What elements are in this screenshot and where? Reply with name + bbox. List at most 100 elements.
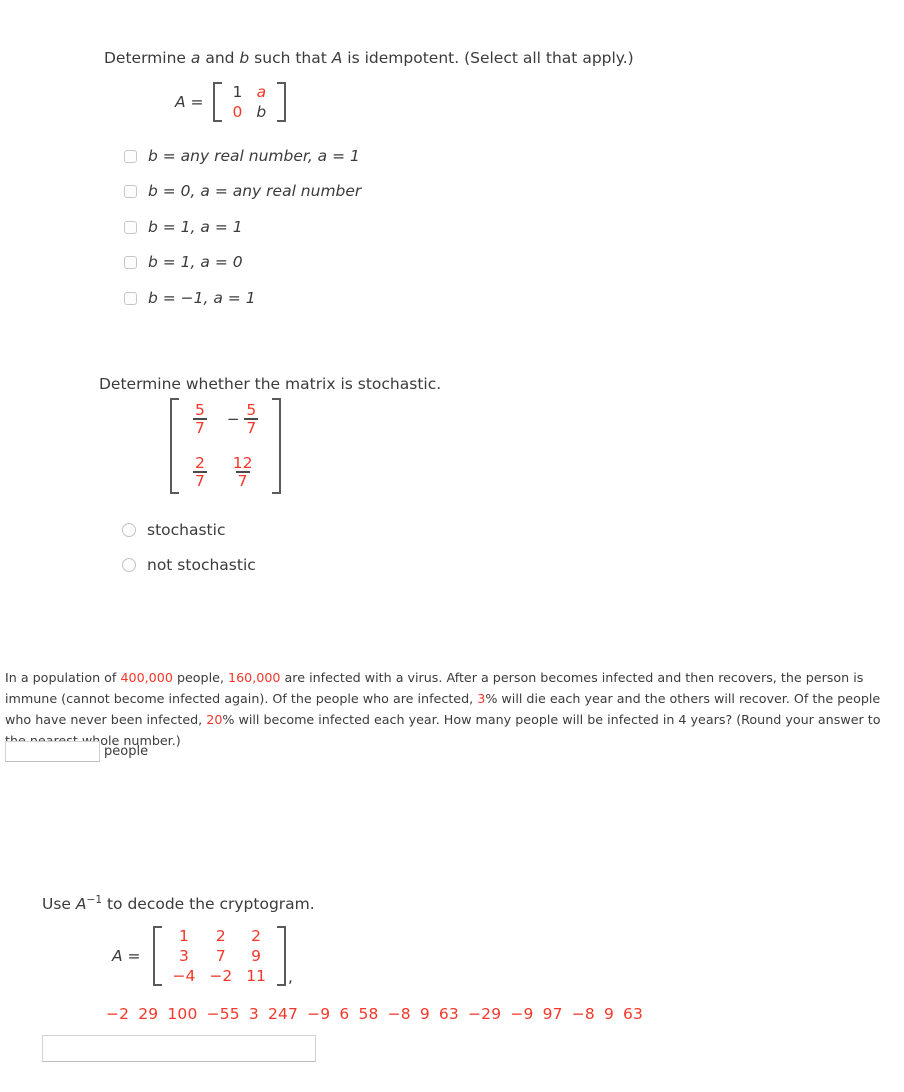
q4-prompt-post: to decode the cryptogram. — [102, 895, 315, 914]
q1-cell-0-1: a — [256, 83, 267, 101]
question-1-prompt: Determine a and b such that A is idempot… — [104, 48, 634, 68]
q3-population-value: 400,000 — [120, 670, 173, 685]
right-bracket-icon — [277, 82, 287, 122]
q2-cell-1-0: 2 7 — [183, 441, 217, 494]
q2-option-label-1: not stochastic — [147, 556, 256, 574]
cryptogram-number-2: 100 — [167, 1005, 198, 1023]
matrix-row: −4 −2 11 — [166, 966, 273, 986]
q1-option-1[interactable]: b = 0, a = any real number — [124, 182, 361, 200]
q4-cell-0-0: 1 — [179, 927, 189, 945]
q1-prompt-var-a: a — [190, 49, 201, 67]
question-3-prompt: In a population of 400,000 people, 160,0… — [5, 668, 895, 752]
cryptogram-number-3: −55 — [206, 1005, 240, 1023]
q3-text-1: In a population of — [5, 670, 121, 685]
q2-cell-1-0-numerator: 2 — [195, 453, 205, 472]
cryptogram-number-17: 63 — [623, 1005, 644, 1023]
q1-prompt-text-1: Determine — [104, 49, 191, 67]
q1-option-label-0: b = any real number, a = 1 — [148, 147, 360, 165]
q1-prompt-var-b: b — [239, 49, 250, 67]
radio-icon[interactable] — [122, 558, 136, 572]
matrix-row: 0 b — [226, 102, 274, 122]
q1-option-0[interactable]: b = any real number, a = 1 — [124, 147, 360, 165]
cryptogram-number-6: −9 — [307, 1005, 331, 1023]
matrix-row: 5 7 − 5 7 — [183, 398, 268, 441]
checkbox-icon[interactable] — [124, 291, 137, 305]
cryptogram-number-1: 29 — [138, 1005, 159, 1023]
q4-cell-1-0: 3 — [179, 947, 189, 965]
matrix-row: 3 7 9 — [166, 946, 273, 966]
cryptogram-number-14: 97 — [542, 1005, 563, 1023]
q2-option-0[interactable]: stochastic — [122, 521, 225, 539]
q4-matrix-block: A = 1 2 2 3 7 9 −4 −2 11 , — [112, 926, 293, 986]
cryptogram-number-5: 247 — [267, 1005, 299, 1023]
q3-infection-rate-value: 20 — [206, 711, 223, 727]
q1-prompt-text-2: such that — [249, 49, 332, 67]
q1-matrix-block: A = 1 a 0 b — [175, 82, 287, 122]
q2-cell-0-0: 5 7 — [183, 398, 217, 441]
q1-matrix-label: A = — [175, 93, 204, 111]
q4-matrix: 1 2 2 3 7 9 −4 −2 11 — [166, 926, 273, 986]
q4-answer-input[interactable] — [42, 1035, 316, 1062]
q1-option-label-3: b = 1, a = 0 — [148, 253, 243, 271]
matrix-row: 1 a — [226, 82, 274, 102]
q1-cell-0-0: 1 — [232, 83, 243, 101]
q1-option-4[interactable]: b = −1, a = 1 — [124, 289, 256, 307]
matrix-row: 2 7 12 7 — [183, 441, 268, 494]
cryptogram-number-13: −9 — [510, 1005, 534, 1023]
question-4-prompt: Use A−1 to decode the cryptogram. — [42, 894, 315, 914]
right-bracket-icon — [272, 398, 282, 494]
cryptogram-number-16: 9 — [603, 1005, 614, 1023]
left-bracket-icon — [170, 398, 179, 494]
q4-matrix-trailing-comma: , — [287, 968, 293, 986]
q4-prompt-matrix-A: A — [75, 895, 87, 914]
q1-cell-1-0: 0 — [232, 103, 243, 121]
q3-answer-unit: people — [104, 744, 149, 759]
q2-cell-1-0-denominator: 7 — [193, 471, 207, 491]
q2-cell-1-1-numerator: 12 — [232, 453, 253, 472]
q4-prompt-pre: Use — [42, 895, 76, 914]
checkbox-icon[interactable] — [124, 149, 137, 163]
q1-option-3[interactable]: b = 1, a = 0 — [124, 253, 243, 271]
left-bracket-icon — [212, 82, 222, 122]
q2-matrix: 5 7 − 5 7 2 7 12 7 — [183, 398, 268, 494]
q2-cell-0-1-sign: − — [226, 409, 240, 428]
q2-cell-1-1: 12 7 — [217, 441, 268, 494]
radio-icon[interactable] — [122, 523, 136, 537]
q1-matrix: 1 a 0 b — [226, 82, 274, 122]
q1-option-label-1: b = 0, a = any real number — [148, 182, 362, 200]
cryptogram-number-9: −8 — [387, 1005, 411, 1023]
q1-prompt-text-3: is idempotent. (Select all that apply.) — [342, 49, 634, 67]
cryptogram-number-12: −29 — [468, 1005, 502, 1023]
q4-cell-0-2: 2 — [251, 927, 262, 945]
q2-cell-0-1: − 5 7 — [217, 398, 268, 441]
checkbox-icon[interactable] — [124, 255, 137, 269]
q1-option-2[interactable]: b = 1, a = 1 — [124, 218, 243, 236]
q4-cell-0-1: 2 — [215, 927, 226, 945]
left-bracket-icon — [152, 926, 162, 986]
q4-cell-2-2: 11 — [246, 967, 266, 985]
q2-cell-0-0-denominator: 7 — [193, 418, 207, 438]
question-2-prompt: Determine whether the matrix is stochast… — [99, 375, 442, 393]
cryptogram-number-8: 58 — [358, 1005, 379, 1023]
q1-option-label-2: b = 1, a = 1 — [148, 218, 243, 236]
q4-matrix-label: A = — [112, 947, 141, 965]
q4-cell-1-1: 7 — [215, 947, 226, 965]
q2-option-label-0: stochastic — [147, 521, 226, 539]
cryptogram-number-15: −8 — [571, 1005, 595, 1023]
q4-prompt-exponent: −1 — [86, 894, 103, 906]
q2-option-1[interactable]: not stochastic — [122, 556, 256, 574]
q3-infected-value: 160,000 — [228, 670, 281, 685]
q4-cell-1-2: 9 — [251, 947, 262, 965]
q2-matrix-block: 5 7 − 5 7 2 7 12 7 — [170, 398, 282, 494]
q3-answer-input[interactable] — [5, 741, 100, 762]
q2-cell-0-0-numerator: 5 — [195, 401, 205, 419]
cryptogram-number-0: −2 — [106, 1005, 130, 1023]
q1-prompt-and: and — [200, 49, 240, 67]
checkbox-icon[interactable] — [124, 220, 137, 234]
cryptogram-number-7: 6 — [339, 1005, 350, 1023]
q4-cell-2-0: −4 — [172, 967, 196, 985]
q4-cell-2-1: −2 — [209, 967, 233, 985]
q1-option-label-4: b = −1, a = 1 — [148, 289, 256, 307]
checkbox-icon[interactable] — [124, 184, 137, 198]
q2-cell-1-1-denominator: 7 — [235, 471, 250, 491]
